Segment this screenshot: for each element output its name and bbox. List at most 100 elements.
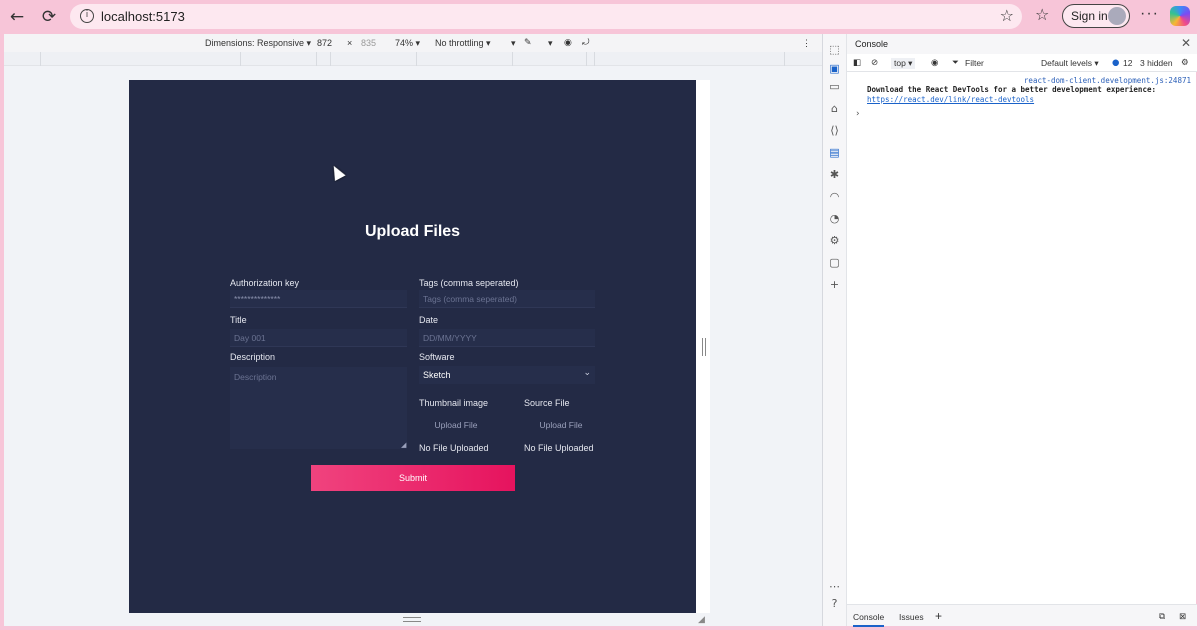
close-drawer-icon[interactable]: ⊠ [1179,612,1186,622]
avatar-icon [1108,7,1126,25]
hidden-count: 3 hidden [1140,58,1173,68]
console-prompt[interactable]: › [855,109,860,119]
browser-menu-icon[interactable]: ··· [1140,5,1159,23]
sign-in-label: Sign in [1071,9,1108,23]
inspect-icon[interactable]: ⬚ [827,42,842,57]
title-label: Title [230,315,247,325]
resize-grip-icon[interactable]: ◢ [401,441,406,449]
date-label: Date [419,315,439,325]
devtools-panel: ⬚ ▣ ▭ ⌂ ⟨⟩ ▤ ✱ ◠ ◔ ⚙ ▢ + ⋯ ? Console ✕ ◧ [822,34,1197,627]
network-select[interactable]: ▾ [511,38,516,49]
app-page: Upload Files Authorization key *********… [129,80,696,613]
dimensions-select[interactable]: Dimensions: Responsive ▾ [205,38,311,49]
dock-icon[interactable]: ⧉ [1159,612,1165,622]
address-url[interactable]: localhost:5173 [101,9,185,24]
date-input[interactable]: DD/MM/YYYY [419,329,595,347]
console-toolbar: ◧ ⊘ top ▾ ◉ ⏷ Filter Default levels ▾ ● … [847,54,1197,72]
pen-icon[interactable]: ✎ [524,38,532,48]
resize-handle-bottom[interactable] [403,617,421,622]
devtools-title: Console [855,39,889,49]
chevron-down-icon: ⌄ [583,368,591,378]
add-tab-icon[interactable]: + [935,609,942,623]
close-icon[interactable]: ✕ [1181,36,1191,50]
source-status: No File Uploaded [524,443,594,453]
reload-icon[interactable]: ⟳ [38,6,60,28]
console-settings-icon[interactable]: ⚙ [1181,58,1189,68]
console-message: Download the React DevTools for a better… [867,85,1156,94]
resize-handle-right[interactable] [702,338,706,356]
sign-in-button[interactable]: Sign in [1062,4,1130,28]
auth-key-input[interactable]: ************** [230,290,407,308]
eye-icon[interactable]: ◉ [564,38,572,48]
throttling-select[interactable]: No throttling ▾ [435,38,491,49]
source-link[interactable]: react-dom-client.development.js:24871 [1024,76,1191,85]
software-label: Software [419,352,455,362]
devtools-header: Console ✕ [847,34,1197,54]
site-info-icon[interactable]: i [80,9,94,23]
browser-window: ← ⟳ i localhost:5173 ☆ ☆ Sign in ··· Dim… [0,0,1200,630]
favorites-icon[interactable]: ☆ [1035,5,1049,24]
software-select[interactable]: Sketch ⌄ [419,366,595,384]
description-placeholder: Description [234,372,277,382]
software-value: Sketch [423,370,451,380]
filter-input[interactable]: Filter [965,58,984,68]
thumbnail-upload-button[interactable]: Upload File [419,416,493,434]
pen-select[interactable]: ▾ [548,38,553,49]
rotate-icon[interactable]: ⤾ [582,38,590,48]
width-input[interactable]: 872 [317,38,332,48]
description-textarea[interactable]: Description [230,367,407,449]
elements-icon[interactable]: ⟨⟩ [827,123,842,138]
application-icon[interactable]: ▢ [827,255,842,270]
message-count[interactable]: 12 [1123,58,1132,68]
copilot-icon[interactable] [1170,6,1190,26]
home-icon[interactable]: ⌂ [827,101,842,116]
source-upload-button[interactable]: Upload File [524,416,598,434]
tab-console[interactable]: Console [853,612,885,627]
source-file-label: Source File [524,398,570,408]
tags-input[interactable]: Tags (comma seperated) [419,290,595,308]
browser-viewport: Dimensions: Responsive ▾ 872 × 835 74% ▾… [4,34,1197,627]
more-tools-icon[interactable]: ⋯ [827,579,842,594]
thumbnail-status: No File Uploaded [419,443,489,453]
zoom-select[interactable]: 74% ▾ [395,38,420,49]
devtools-sidebar: ⬚ ▣ ▭ ⌂ ⟨⟩ ▤ ✱ ◠ ◔ ⚙ ▢ + ⋯ ? [823,34,847,626]
address-bar[interactable]: i localhost:5173 ☆ [70,4,1022,29]
sidebar-toggle-icon[interactable]: ◧ [853,58,861,68]
live-expression-eye-icon[interactable]: ◉ [931,58,938,68]
description-label: Description [230,352,276,362]
device-toolbar: Dimensions: Responsive ▾ 872 × 835 74% ▾… [4,34,822,52]
device-more-icon[interactable]: ⋮ [802,38,811,49]
devtools-drawer: Console Issues + ⧉ ⊠ [847,604,1197,627]
media-query-ruler[interactable] [4,52,822,66]
sources-bug-icon[interactable]: ✱ [827,167,842,182]
add-tool-icon[interactable]: + [827,277,842,292]
tab-issues[interactable]: Issues [899,612,924,622]
clear-console-icon[interactable]: ⊘ [871,58,878,68]
network-wifi-icon[interactable]: ◠ [827,189,842,204]
device-toggle-icon[interactable]: ▣ [827,61,842,76]
console-icon[interactable]: ▤ [827,145,842,160]
settings-gear-icon[interactable]: ⚙ [827,233,842,248]
times-label: × [347,38,353,48]
submit-button[interactable]: Submit [311,465,515,491]
height-input[interactable]: 835 [361,38,376,48]
console-message-link[interactable]: https://react.dev/link/react-devtools [867,95,1034,104]
help-icon[interactable]: ? [827,596,842,611]
auth-key-label: Authorization key [230,278,300,288]
resize-corner-icon[interactable]: ◢ [698,614,705,625]
thumbnail-label: Thumbnail image [419,398,489,408]
context-select[interactable]: top ▾ [891,58,916,69]
page-title: Upload Files [364,223,461,240]
bookmark-star-icon[interactable]: ☆ [1000,6,1014,25]
performance-icon[interactable]: ◔ [827,211,842,226]
back-icon[interactable]: ← [6,6,28,28]
filter-icon[interactable]: ⏷ [952,58,959,68]
mouse-cursor [328,163,346,181]
browser-topbar: ← ⟳ i localhost:5173 ☆ ☆ Sign in ··· [0,0,1200,33]
console-output: react-dom-client.development.js:24871 Do… [847,72,1197,602]
welcome-icon[interactable]: ▭ [827,79,842,94]
title-input[interactable]: Day 001 [230,329,407,347]
message-badge-icon: ● [1112,58,1120,68]
log-levels-select[interactable]: Default levels ▾ [1041,58,1099,69]
tags-label: Tags (comma seperated) [419,278,519,288]
